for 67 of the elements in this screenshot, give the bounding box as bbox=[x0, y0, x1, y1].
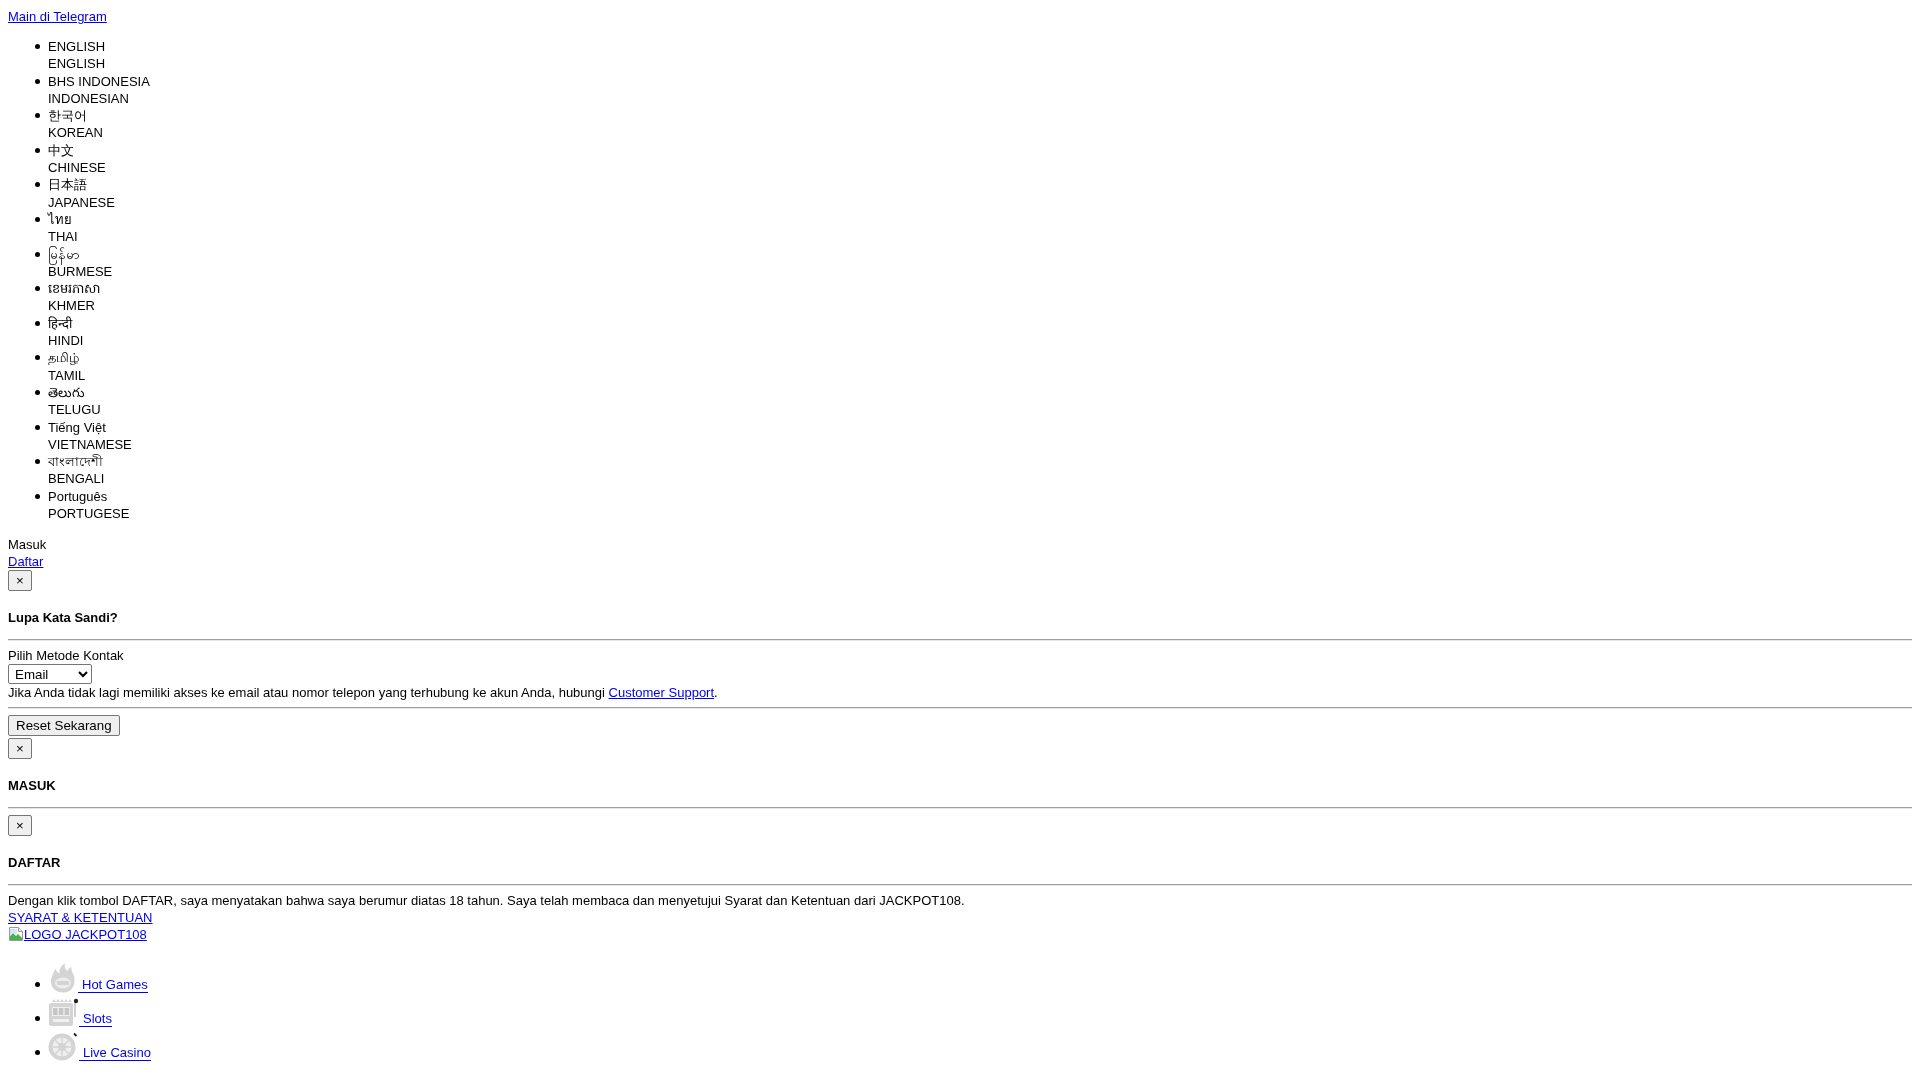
terms-notice: Dengan klik tombol DAFTAR, saya menyatakan bahwa saya berumur diatas 18 tahun. Saya telah membaca dan menyetujui Syarat dan Ketentuan dari JACKPOT108. bbox=[8, 892, 966, 910]
language-option[interactable]: తెలుగు bbox=[48, 383, 101, 402]
field-label: Pilih Metode Kontak bbox=[8, 647, 124, 665]
bullet-icon bbox=[35, 216, 40, 222]
help-text: Jika Anda tidak lagi memiliki akses ke email atau nomor telepon yang terhubung ke akun Anda, hubungi Customer Support. bbox=[8, 684, 719, 702]
auth-tab[interactable]: Daftar bbox=[8, 553, 44, 571]
language-option[interactable]: ไทย bbox=[48, 210, 78, 229]
close-button[interactable]: × bbox=[8, 815, 32, 837]
contact-method-select[interactable]: Email bbox=[8, 664, 92, 685]
language-option[interactable]: ENGLISH bbox=[48, 38, 106, 56]
bullet-icon bbox=[35, 493, 40, 499]
language-caption: PORTUGESE bbox=[48, 505, 130, 523]
game-link[interactable]: Live Casino bbox=[48, 1031, 151, 1062]
bullet-icon bbox=[35, 44, 40, 49]
telegram-link[interactable]: Main di Telegram bbox=[8, 9, 107, 24]
game-link[interactable]: Hot Games bbox=[48, 963, 148, 994]
roulette-icon bbox=[48, 1031, 79, 1062]
bullet-icon bbox=[35, 1016, 40, 1022]
flame-icon bbox=[48, 963, 78, 994]
language-caption: THAI bbox=[48, 228, 78, 246]
slot-machine-icon bbox=[48, 997, 79, 1028]
modal-title: Lupa Kata Sandi? bbox=[8, 609, 119, 627]
language-option[interactable]: 한국어 bbox=[48, 107, 103, 125]
modal-title: DAFTAR bbox=[8, 854, 62, 872]
modal-title: MASUK bbox=[8, 777, 57, 795]
logo-link[interactable]: LOGO JACKPOT108 bbox=[8, 926, 147, 944]
language-caption: JAPANESE bbox=[48, 193, 115, 211]
language-option[interactable]: Tiếng Việt bbox=[48, 418, 132, 436]
language-caption: BENGALI bbox=[48, 470, 105, 488]
language-option[interactable]: မြန်မာ bbox=[48, 245, 113, 263]
bullet-icon bbox=[35, 1050, 40, 1056]
bullet-icon bbox=[35, 251, 40, 257]
language-caption: TAMIL bbox=[48, 366, 86, 384]
language-option[interactable]: தமிழ் bbox=[48, 349, 86, 367]
bullet-icon bbox=[35, 286, 40, 292]
bullet-icon bbox=[35, 113, 40, 119]
reset-button[interactable]: Reset Sekarang bbox=[8, 715, 120, 737]
bullet-icon bbox=[35, 982, 40, 988]
language-option[interactable]: ខេមរភាសា bbox=[48, 280, 100, 298]
language-caption: CHINESE bbox=[48, 159, 106, 177]
bullet-icon bbox=[35, 78, 40, 84]
language-option[interactable]: हिन्दी bbox=[48, 314, 84, 333]
bullet-icon bbox=[35, 355, 40, 361]
bullet-icon bbox=[35, 147, 40, 153]
language-caption: ENGLISH bbox=[48, 55, 106, 73]
bullet-icon bbox=[35, 182, 40, 188]
auth-tab[interactable]: Masuk bbox=[8, 536, 47, 554]
language-option[interactable]: Português bbox=[48, 487, 130, 505]
game-link[interactable]: Slots bbox=[48, 997, 112, 1028]
language-caption: TELUGU bbox=[48, 401, 101, 419]
bullet-icon bbox=[35, 389, 40, 395]
language-option[interactable]: বাংলাদেশী bbox=[48, 453, 105, 471]
close-button[interactable]: × bbox=[8, 738, 32, 760]
language-caption: HINDI bbox=[48, 332, 84, 350]
broken-image-icon bbox=[8, 926, 24, 943]
close-button[interactable]: × bbox=[8, 570, 32, 592]
language-caption: VIETNAMESE bbox=[48, 435, 132, 454]
bullet-icon bbox=[35, 424, 40, 430]
language-caption: INDONESIAN bbox=[48, 89, 130, 108]
language-caption: KOREAN bbox=[48, 124, 103, 142]
terms-link[interactable]: SYARAT & KETENTUAN bbox=[8, 909, 153, 927]
language-option[interactable]: BHS INDONESIA bbox=[48, 72, 150, 90]
language-option[interactable]: 中文 bbox=[48, 141, 106, 160]
bullet-icon bbox=[35, 320, 40, 326]
bullet-icon bbox=[35, 459, 40, 465]
language-caption: KHMER bbox=[48, 297, 96, 315]
language-option[interactable]: 日本語 bbox=[48, 176, 115, 194]
